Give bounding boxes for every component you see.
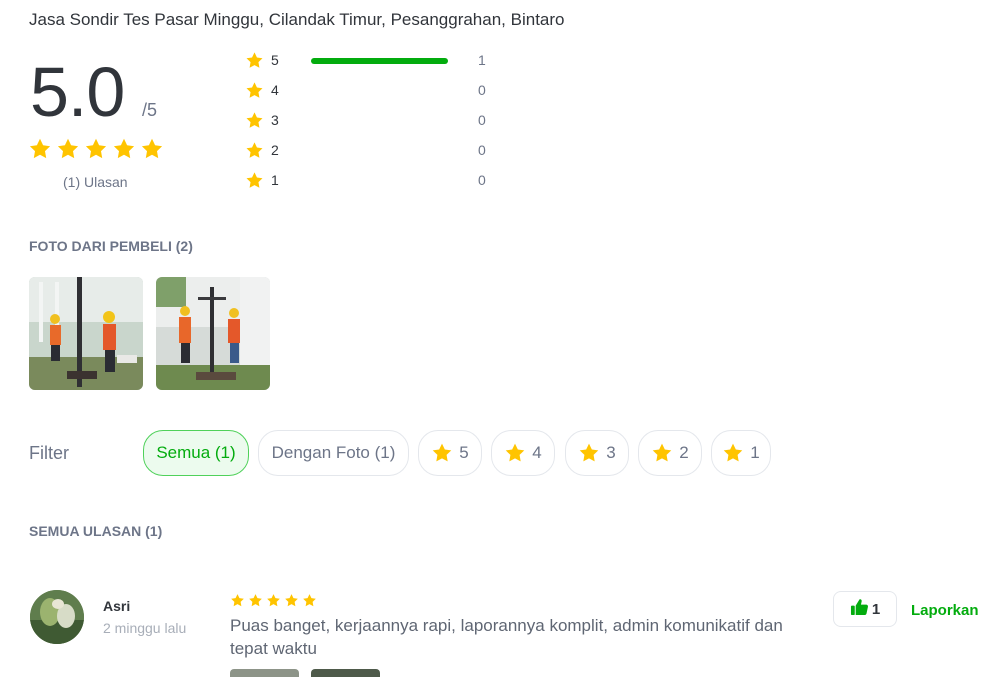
rating-stars: [28, 137, 164, 161]
rating-bar: [311, 88, 448, 94]
star-icon: [245, 51, 264, 70]
review-photo[interactable]: [311, 669, 380, 677]
star-icon: [112, 137, 136, 161]
chip-label: 1: [750, 443, 760, 462]
star-icon: [284, 593, 299, 608]
rating-row-1: 1 0: [245, 169, 505, 191]
review-count: (1) Ulasan: [63, 174, 128, 190]
rating-max: /5: [142, 100, 158, 120]
rating-row-2: 2 0: [245, 139, 505, 161]
star-icon: [245, 171, 264, 190]
star-icon: [84, 137, 108, 161]
star-icon: [651, 442, 673, 464]
star-icon: [230, 593, 245, 608]
rating-bar: [311, 148, 448, 154]
star-icon: [504, 442, 526, 464]
star-icon: [266, 593, 281, 608]
rating-count: 1: [478, 52, 486, 68]
rating-count: 0: [478, 172, 486, 188]
review-stars: [230, 593, 317, 608]
filter-label: Filter: [29, 443, 69, 463]
rating-row-5: 5 1: [245, 49, 505, 71]
rating-bar-fill: [311, 58, 448, 64]
reviewer-name[interactable]: Asri: [103, 598, 130, 614]
filter-chip-star-2[interactable]: 2: [638, 430, 702, 476]
rating-bar: [311, 178, 448, 184]
page-title: Jasa Sondir Tes Pasar Minggu, Cilandak T…: [29, 10, 565, 29]
buyer-photo[interactable]: [156, 277, 270, 390]
rating-level: 2: [271, 142, 279, 158]
star-icon: [245, 111, 264, 130]
rating-level: 1: [271, 172, 279, 188]
rating-score: 5.0: [30, 53, 125, 131]
review-timestamp: 2 minggu lalu: [103, 620, 187, 636]
rating-level: 4: [271, 82, 279, 98]
rating-bar: [311, 118, 448, 124]
thumbs-up-icon: [850, 598, 869, 620]
star-icon: [140, 137, 164, 161]
rating-level: 3: [271, 112, 279, 128]
filter-chip-star-3[interactable]: 3: [565, 430, 629, 476]
reviews-heading: SEMUA ULASAN (1): [29, 523, 163, 539]
rating-row-3: 3 0: [245, 109, 505, 131]
star-icon: [722, 442, 744, 464]
helpful-button[interactable]: 1: [833, 591, 897, 627]
chip-label: 4: [532, 443, 542, 462]
chip-label: 5: [459, 443, 469, 462]
star-icon: [302, 593, 317, 608]
filter-chip-with-photo[interactable]: Dengan Foto (1): [258, 430, 409, 476]
star-icon: [245, 141, 264, 160]
photos-heading: FOTO DARI PEMBELI (2): [29, 238, 193, 254]
star-icon: [248, 593, 263, 608]
rating-level: 5: [271, 52, 279, 68]
rating-count: 0: [478, 112, 486, 128]
star-icon: [245, 81, 264, 100]
chip-label: 2: [679, 443, 689, 462]
star-icon: [28, 137, 52, 161]
like-count: 1: [871, 600, 881, 618]
filter-chip-all[interactable]: Semua (1): [143, 430, 249, 476]
chip-label: 3: [606, 443, 616, 462]
avatar[interactable]: [30, 590, 84, 644]
rating-bar: [311, 58, 448, 64]
buyer-photo[interactable]: [29, 277, 143, 390]
rating-count: 0: [478, 82, 486, 98]
chip-label: Dengan Foto (1): [271, 443, 396, 462]
star-icon: [578, 442, 600, 464]
star-icon: [56, 137, 80, 161]
report-link[interactable]: Laporkan: [911, 602, 979, 619]
review-photo[interactable]: [230, 669, 299, 677]
chip-label: Semua (1): [156, 443, 236, 462]
star-icon: [431, 442, 453, 464]
review-text: Puas banget, kerjaannya rapi, laporannya…: [230, 616, 783, 658]
filter-chip-star-4[interactable]: 4: [491, 430, 555, 476]
rating-count: 0: [478, 142, 486, 158]
filter-chip-star-1[interactable]: 1: [711, 430, 771, 476]
filter-chip-star-5[interactable]: 5: [418, 430, 482, 476]
rating-row-4: 4 0: [245, 79, 505, 101]
